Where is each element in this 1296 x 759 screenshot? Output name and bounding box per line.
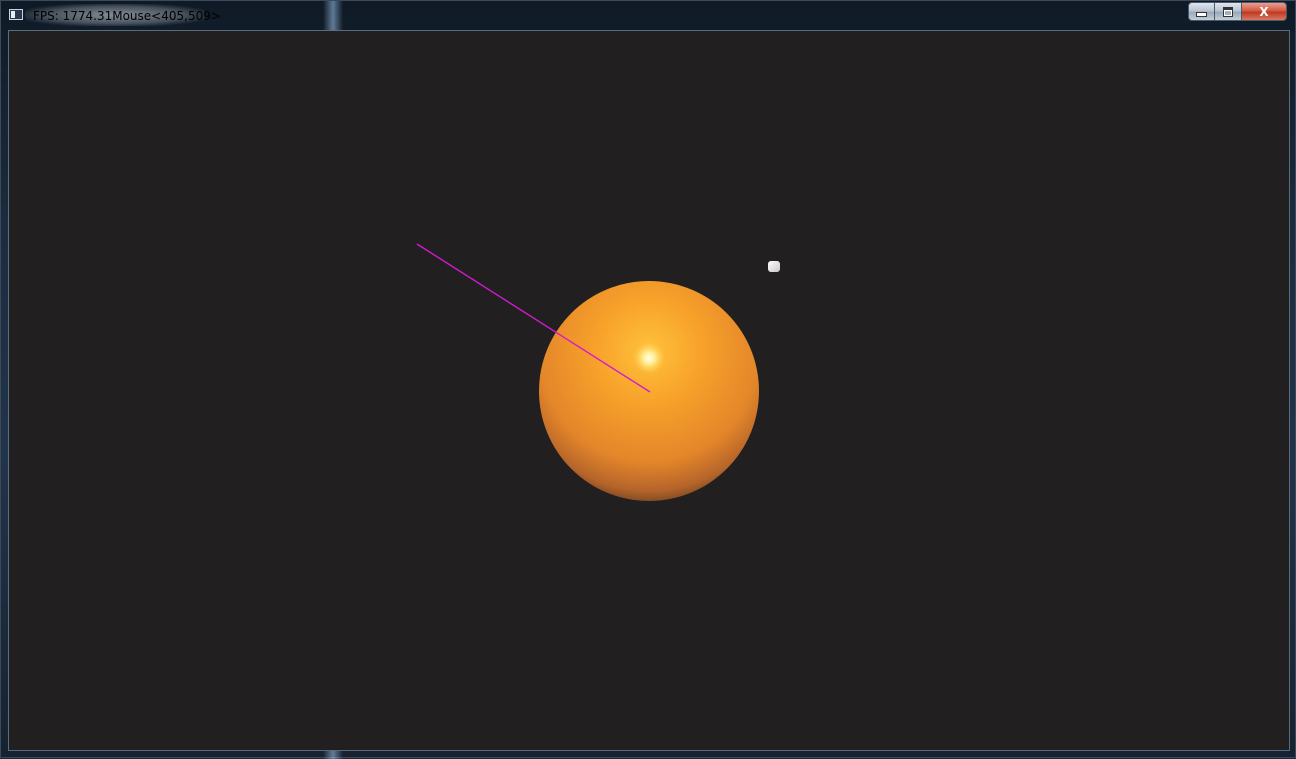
maximize-icon	[1223, 6, 1233, 17]
app-icon[interactable]	[9, 9, 23, 20]
window-title: FPS: 1774.31Mouse<405,509>	[33, 9, 221, 23]
title-bar[interactable]: FPS: 1774.31Mouse<405,509> X	[1, 1, 1295, 29]
render-viewport[interactable]	[8, 30, 1290, 751]
application-window: FPS: 1774.31Mouse<405,509> X	[0, 0, 1296, 759]
minimize-button[interactable]	[1188, 2, 1215, 21]
caption-buttons: X	[1188, 2, 1287, 21]
close-icon: X	[1259, 4, 1269, 19]
minimize-icon	[1196, 12, 1207, 17]
light-marker-cube[interactable]	[768, 261, 780, 272]
maximize-button[interactable]	[1215, 2, 1242, 21]
close-button[interactable]: X	[1242, 2, 1287, 21]
sphere-specular-highlight	[633, 342, 665, 374]
scene-canvas[interactable]	[9, 31, 1289, 750]
